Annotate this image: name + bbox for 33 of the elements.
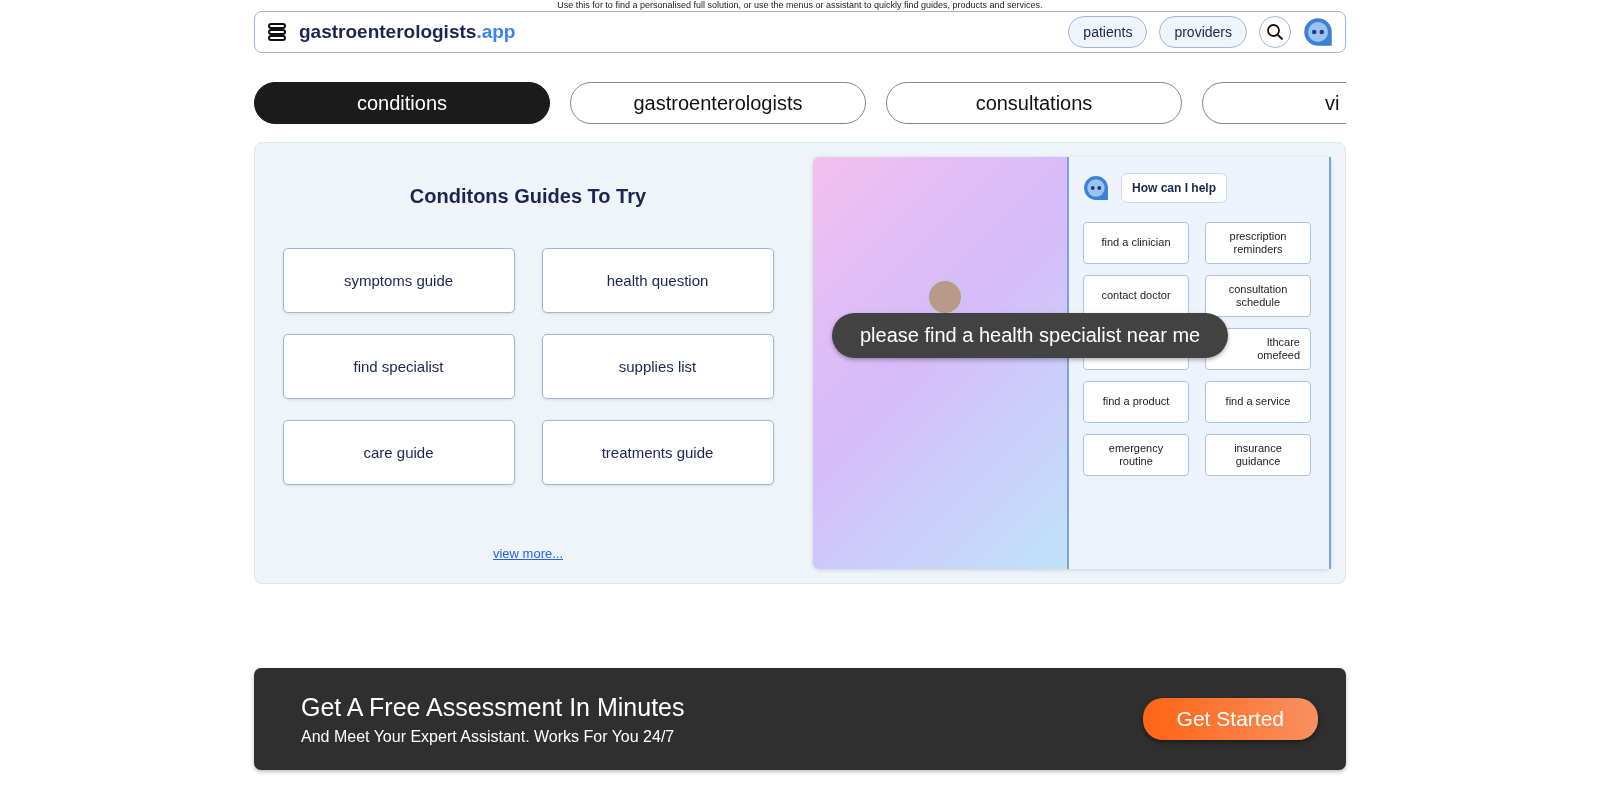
option-card[interactable]: find a service [1205, 381, 1311, 423]
notice-text: Use this for to find a personalised full solution, or use the menus or assistant to quickly find guides, products and services. [556, 0, 1044, 11]
search-icon [1266, 23, 1284, 41]
guide-card[interactable]: supplies list [541, 334, 774, 399]
chat-bubble: How can I help [1121, 173, 1227, 203]
option-card[interactable]: find a product [1083, 381, 1189, 423]
option-card[interactable]: prescription reminders [1205, 222, 1311, 264]
category-tab[interactable]: conditions [254, 82, 550, 124]
guide-card[interactable]: treatments guide [541, 420, 774, 485]
site-logo-text[interactable]: gastroenterologists.app [299, 21, 516, 43]
option-card[interactable]: insurance guidance [1205, 434, 1311, 476]
search-button[interactable] [1259, 16, 1291, 48]
chat-bot-icon [1083, 175, 1109, 201]
menu-icon[interactable] [267, 22, 287, 42]
view-more-link[interactable]: view more... [492, 546, 564, 561]
guide-card[interactable]: care guide [282, 420, 515, 485]
guides-title: Conditons Guides To Try [409, 185, 647, 208]
avatar-photo-placeholder [927, 279, 963, 315]
chat-bot-icon [1303, 17, 1333, 47]
banner-subtitle: And Meet Your Expert Assistant. Works For You 24/7 [301, 727, 676, 746]
category-tab[interactable]: consultations [886, 82, 1182, 124]
category-tab[interactable]: gastroenterologists [570, 82, 866, 124]
option-card[interactable]: consultation schedule [1205, 275, 1311, 317]
guide-card[interactable]: symptoms guide [282, 248, 515, 313]
category-tab[interactable]: vi [1202, 82, 1346, 124]
nav-link-button[interactable]: patients [1068, 16, 1148, 48]
prompt-tooltip: please find a health specialist near me [832, 313, 1229, 358]
guide-card[interactable]: health question [541, 248, 774, 313]
nav-link-button[interactable]: providers [1159, 16, 1247, 48]
option-card[interactable]: find a clinician [1083, 222, 1189, 264]
banner-title: Get A Free Assessment In Minutes [301, 692, 685, 722]
option-card[interactable]: emergency routine [1083, 434, 1189, 476]
guide-card[interactable]: find specialist [282, 334, 515, 399]
